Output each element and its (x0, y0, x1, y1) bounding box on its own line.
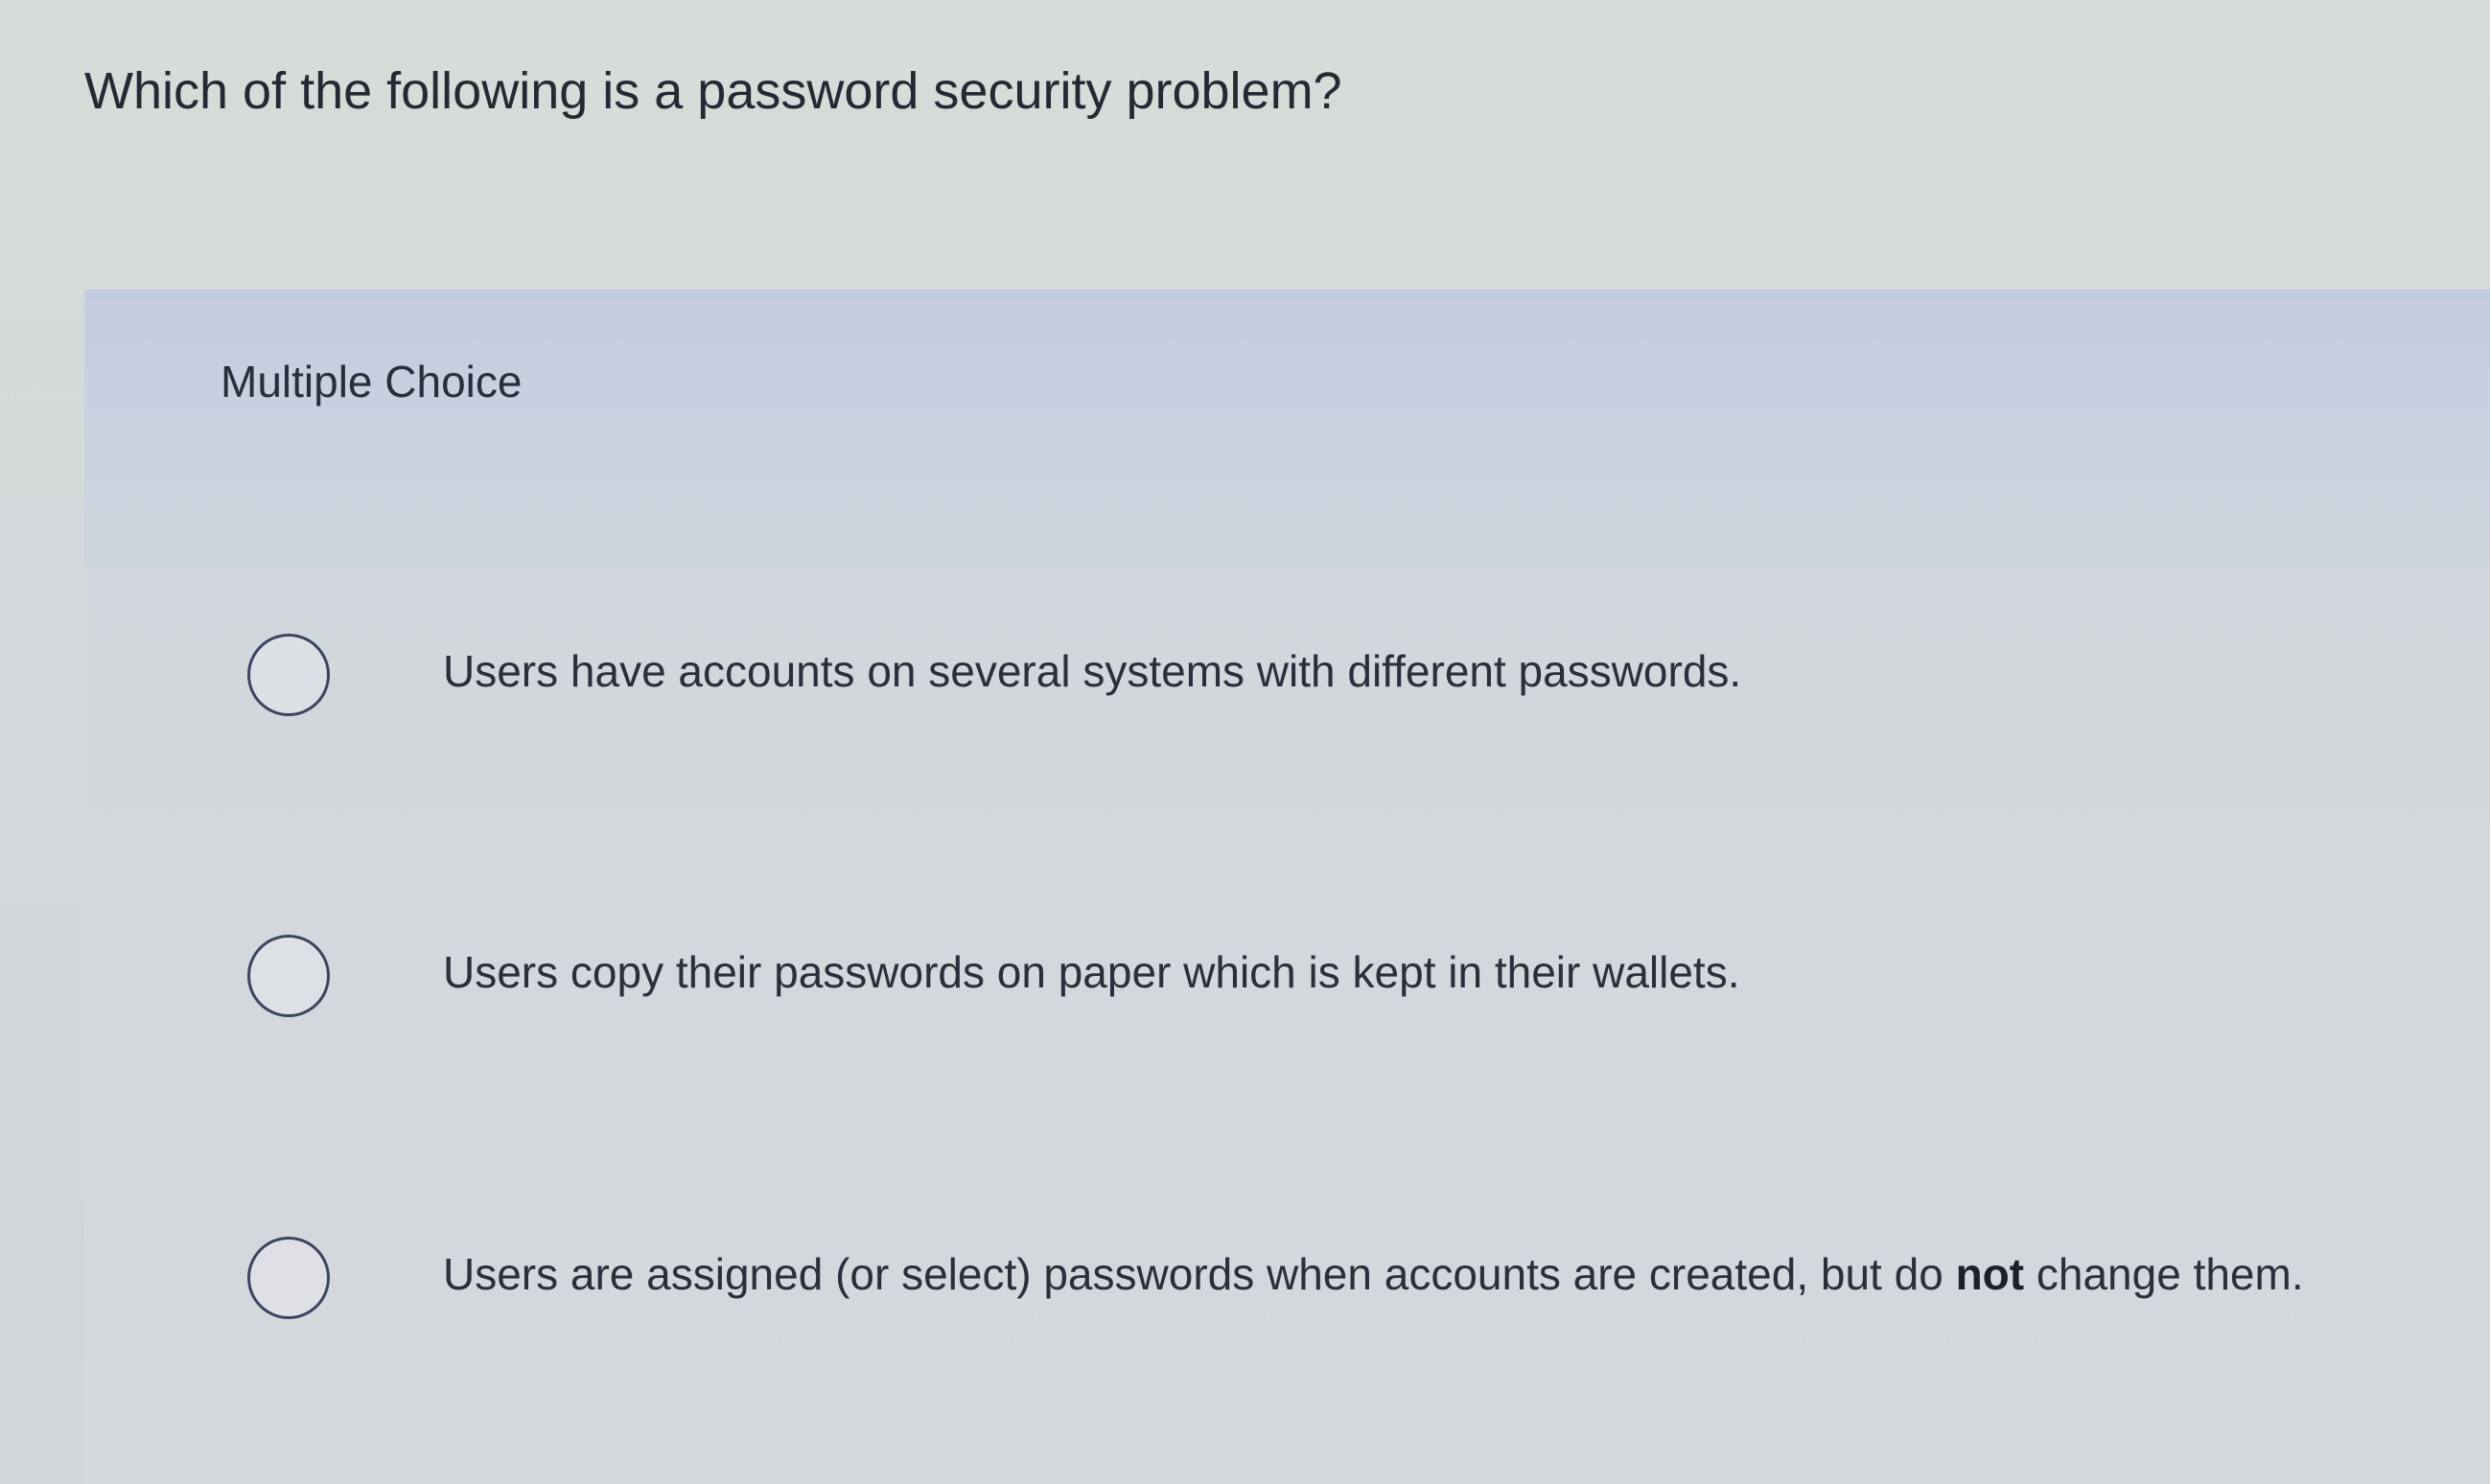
radio-button-1[interactable] (247, 634, 330, 716)
question-type-header: Multiple Choice (84, 290, 2490, 568)
choice-text-1[interactable]: Users have accounts on several systems w… (443, 640, 1741, 702)
choice-text-2[interactable]: Users copy their passwords on paper whic… (443, 941, 1740, 1003)
choice-option-3[interactable]: Users are assigned (or select) passwords… (84, 1201, 2490, 1335)
radio-button-2[interactable] (247, 935, 330, 1017)
choice-text-3-emphasis: not (1955, 1249, 2025, 1299)
choice-text-3[interactable]: Users are assigned (or select) passwords… (443, 1243, 2304, 1305)
choice-option-1[interactable]: Users have accounts on several systems w… (84, 598, 2490, 732)
radio-button-3[interactable] (247, 1237, 330, 1319)
multiple-choice-panel: Multiple Choice Users have accounts on s… (84, 290, 2490, 1484)
question-text: Which of the following is a password sec… (84, 62, 1342, 120)
choice-text-3-before: Users are assigned (or select) passwords… (443, 1249, 1956, 1299)
choice-option-2[interactable]: Users copy their passwords on paper whic… (84, 899, 2490, 1033)
question-type-label: Multiple Choice (221, 357, 523, 406)
choice-text-3-after: change them. (2024, 1249, 2304, 1299)
